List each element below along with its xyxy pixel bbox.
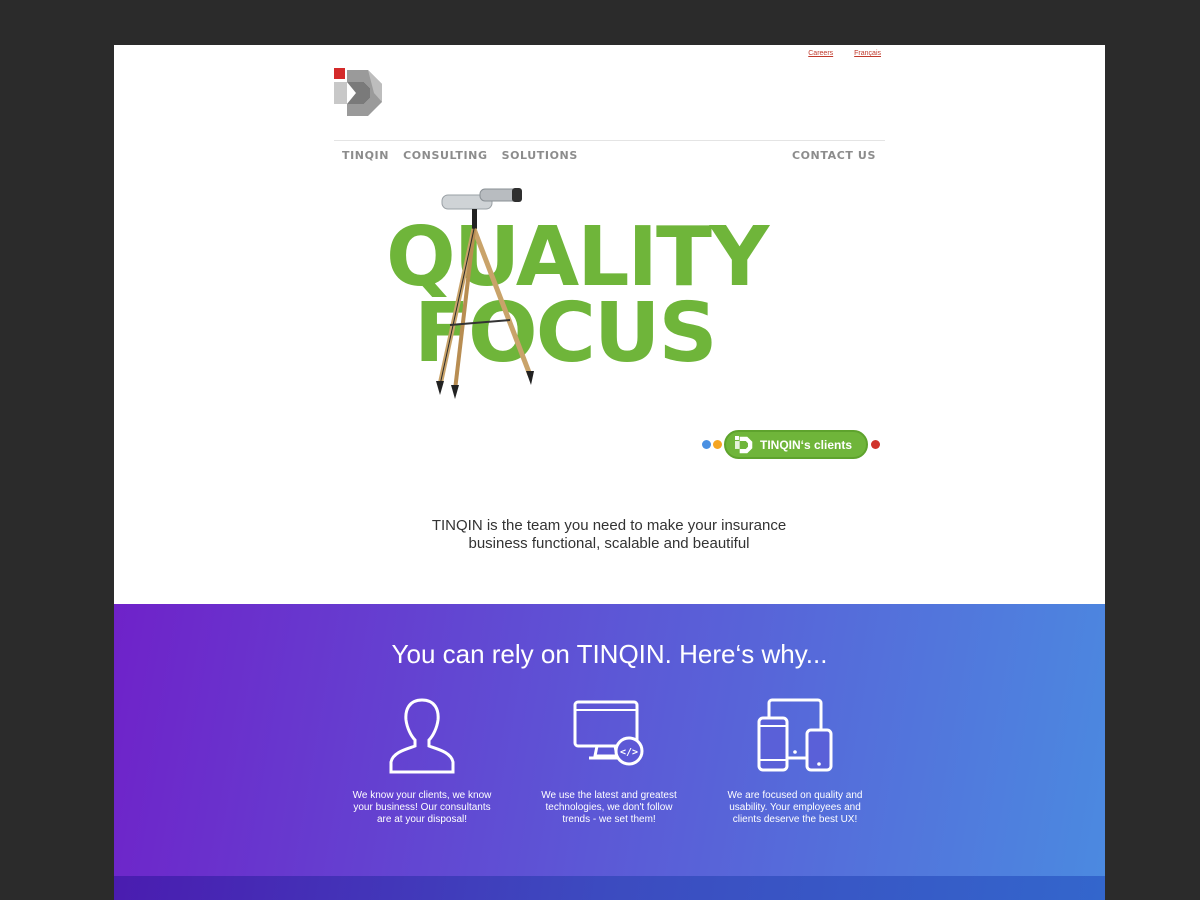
feature-clients-text: We know your clients, we know your busin… xyxy=(352,790,492,825)
carousel-dot[interactable] xyxy=(702,440,711,449)
feature-usability: We are focused on quality and usability.… xyxy=(725,696,865,826)
binoculars-tripod-icon xyxy=(436,188,534,399)
tinqin-logo-small-icon xyxy=(735,435,753,453)
clients-widget: TINQIN‘s clients xyxy=(702,430,881,459)
careers-link[interactable]: Careers xyxy=(808,50,833,57)
user-icon xyxy=(389,698,455,774)
tagline: TINQIN is the team you need to make your… xyxy=(359,517,859,553)
page: Careers Français TINQIN CONSULTING SOLUT… xyxy=(114,45,1105,900)
nav-tinqin[interactable]: TINQIN xyxy=(342,149,389,162)
main-nav: TINQIN CONSULTING SOLUTIONS xyxy=(342,149,578,162)
nav-divider xyxy=(334,140,885,141)
devices-icon xyxy=(757,698,833,772)
next-section-band xyxy=(114,876,1105,900)
tagline-line-1: TINQIN is the team you need to make your… xyxy=(431,517,787,534)
feature-technology-text: We use the latest and greatest technolog… xyxy=(541,790,677,825)
carousel-dot[interactable] xyxy=(871,440,881,449)
top-links: Careers Français xyxy=(808,50,881,57)
carousel-dot[interactable] xyxy=(713,440,722,449)
tagline-line-2: business functional, scalable and beauti… xyxy=(468,535,750,552)
hero-banner: QUALITY FOCUS xyxy=(386,185,836,400)
feature-clients: We know your clients, we know your busin… xyxy=(352,696,492,826)
nav-solutions[interactable]: SOLUTIONS xyxy=(502,149,578,162)
why-title: You can rely on TINQIN. Here‘s why... xyxy=(391,639,828,669)
why-section: You can rely on TINQIN. Here‘s why... We… xyxy=(114,604,1105,900)
monitor-code-icon: </> xyxy=(573,700,644,766)
feature-technology: </> We use the latest and greatest techn… xyxy=(539,696,679,826)
language-francais-link[interactable]: Français xyxy=(854,50,881,57)
feature-usability-text: We are focused on quality and usability.… xyxy=(727,790,863,825)
clients-button-label: TINQIN‘s clients xyxy=(760,437,853,452)
nav-contact-us[interactable]: CONTACT US xyxy=(792,149,876,162)
clients-button[interactable]: TINQIN‘s clients xyxy=(724,430,869,459)
tinqin-logo[interactable] xyxy=(334,68,384,118)
nav-consulting[interactable]: CONSULTING xyxy=(403,149,488,162)
svg-text:</>: </> xyxy=(620,747,638,758)
